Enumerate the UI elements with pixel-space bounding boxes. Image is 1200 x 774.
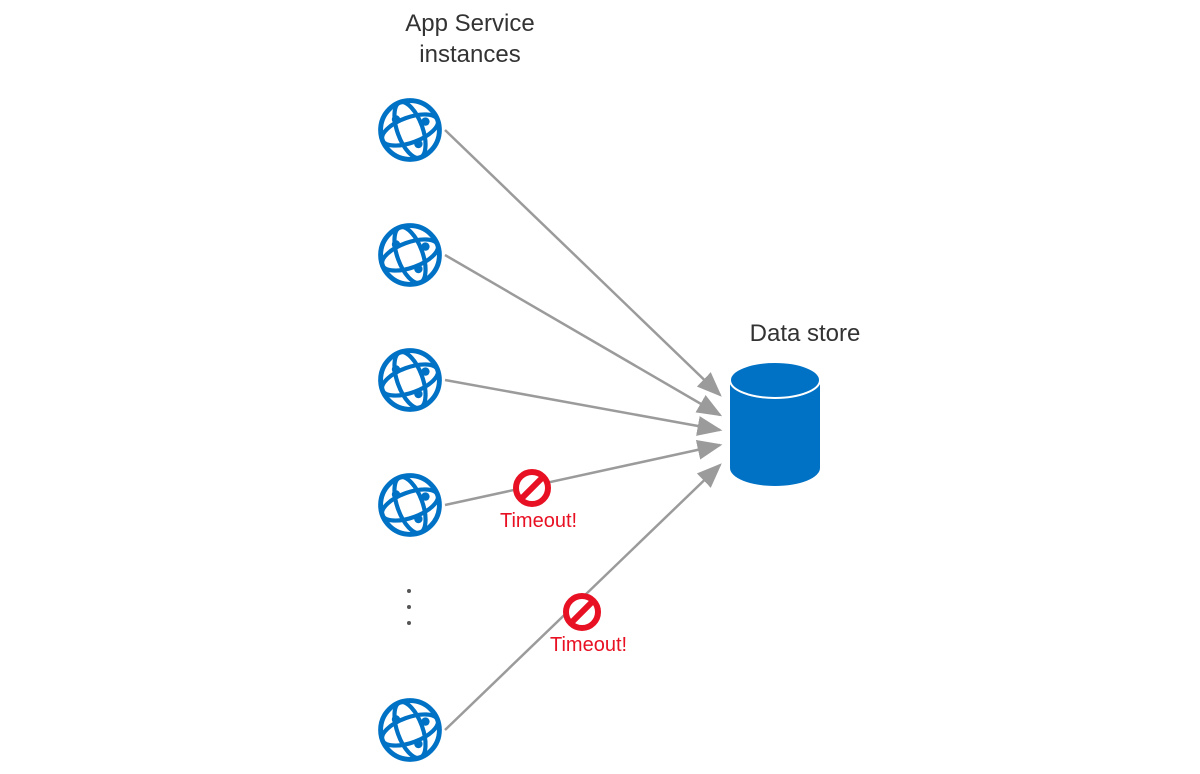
- globe-icon: [375, 345, 445, 415]
- globe-icon: [375, 95, 445, 165]
- app-instance-3: [375, 345, 445, 420]
- globe-icon: [375, 220, 445, 290]
- timeout-text: Timeout!: [500, 510, 577, 532]
- architecture-diagram: App Service instances Data store: [0, 0, 1200, 774]
- globe-icon: [375, 695, 445, 765]
- app-instance-2: [375, 220, 445, 295]
- app-instance-4: [375, 470, 445, 545]
- timeout-label-1: Timeout!: [500, 510, 577, 533]
- app-instance-1: [375, 95, 445, 170]
- data-store-text: Data store: [750, 320, 861, 347]
- timeout-text: Timeout!: [550, 634, 627, 656]
- prohibit-marker-1: [512, 468, 552, 513]
- timeout-label-2: Timeout!: [550, 634, 627, 657]
- app-instance-n: [375, 695, 445, 770]
- app-service-label: App Service instances: [370, 8, 570, 70]
- prohibit-icon: [562, 592, 602, 632]
- prohibit-marker-2: [562, 592, 602, 637]
- data-store-node: [725, 360, 825, 495]
- app-service-text: App Service instances: [405, 10, 534, 68]
- prohibit-icon: [512, 468, 552, 508]
- ellipsis-indicator: [407, 589, 411, 625]
- globe-icon: [375, 470, 445, 540]
- database-icon: [725, 360, 825, 490]
- data-store-label: Data store: [735, 318, 875, 349]
- connectors-layer: [0, 0, 1200, 774]
